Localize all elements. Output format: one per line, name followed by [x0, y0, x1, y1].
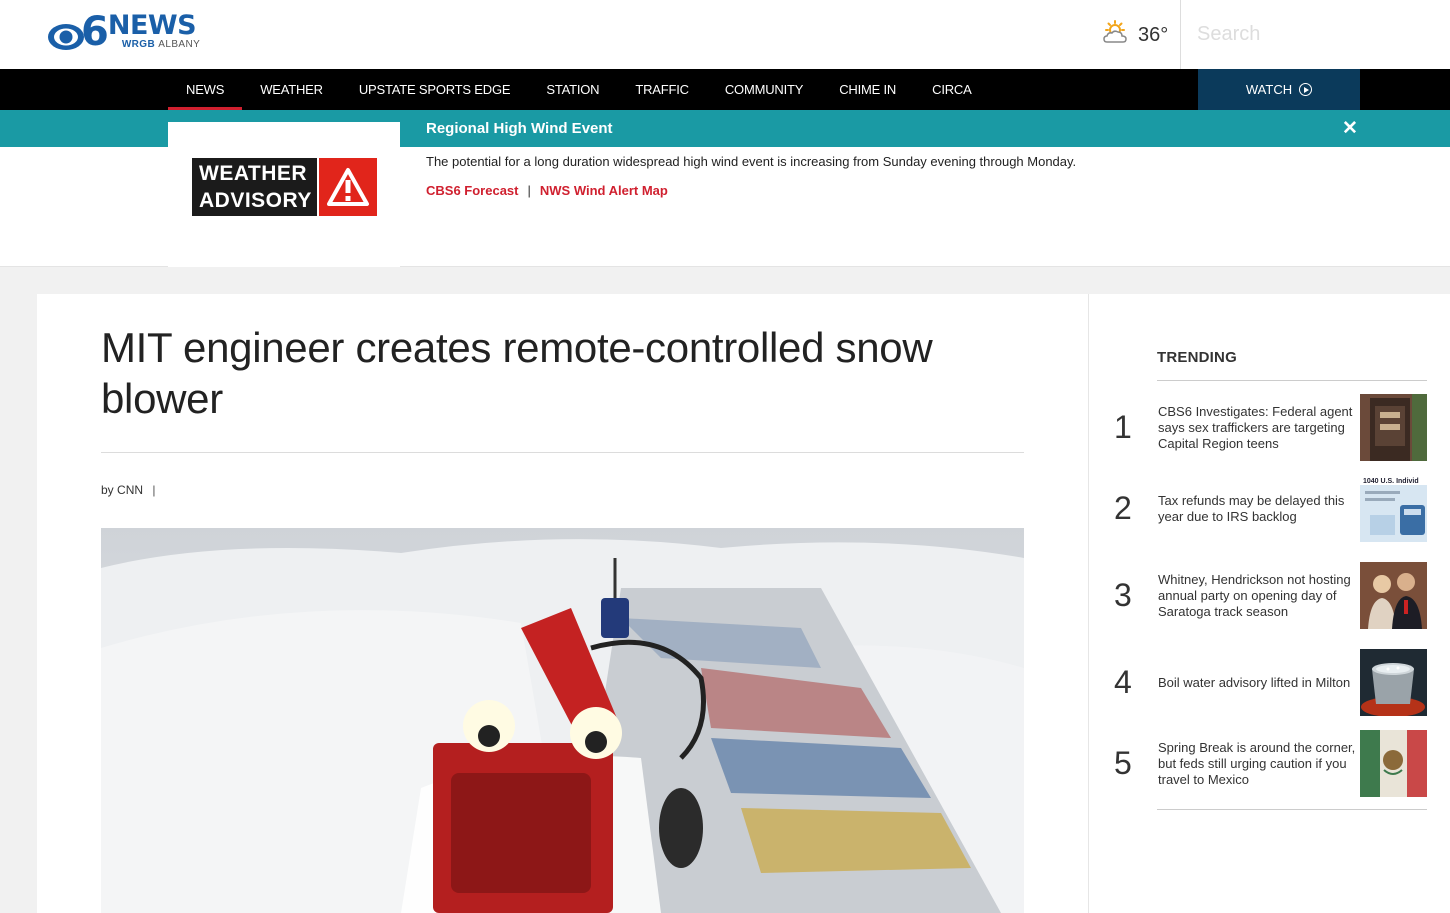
trending-rank: 2	[1114, 490, 1132, 526]
alert-links: CBS6 Forecast | NWS Wind Alert Map	[426, 183, 668, 198]
alert-message: The potential for a long duration widesp…	[426, 154, 1077, 169]
trending-item[interactable]: 3 Whitney, Hendrickson not hosting annua…	[1113, 562, 1427, 629]
search-box[interactable]	[1180, 0, 1450, 69]
headline-divider	[101, 452, 1024, 453]
trending-rank: 3	[1114, 577, 1132, 613]
nav-item-station[interactable]: STATION	[528, 69, 617, 110]
alert-title: Regional High Wind Event	[426, 120, 613, 137]
trending-thumbnail[interactable]: 1040 U.S. Individ	[1360, 475, 1427, 542]
nws-wind-alert-map-link[interactable]: NWS Wind Alert Map	[540, 183, 668, 198]
watch-label: WATCH	[1245, 82, 1293, 97]
nav-item-community[interactable]: COMMUNITY	[707, 69, 821, 110]
main-nav: NEWS WEATHER UPSTATE SPORTS EDGE STATION…	[0, 69, 1450, 110]
trending-bottom-divider	[1157, 809, 1427, 810]
advisory-badge-text: WEATHER ADVISORY	[192, 158, 317, 216]
trending-divider	[1157, 380, 1427, 381]
trending-heading: TRENDING	[1157, 349, 1237, 366]
trending-rank: 5	[1114, 745, 1132, 781]
nav-item-circa[interactable]: CIRCA	[914, 69, 989, 110]
site-header: 6 NEWS WRGB ALBANY 36°	[0, 0, 1450, 69]
article-headline: MIT engineer creates remote-controlled s…	[101, 324, 933, 422]
weather-widget[interactable]: 36°	[1102, 20, 1168, 51]
trending-rank: 4	[1114, 664, 1132, 700]
author-link[interactable]: CNN	[117, 483, 143, 497]
weather-advisory-badge: WEATHER ADVISORY	[192, 158, 377, 216]
svg-text:1040 U.S. Individ: 1040 U.S. Individ	[1363, 478, 1419, 485]
trending-thumbnail[interactable]	[1360, 562, 1427, 629]
column-divider	[1088, 294, 1089, 913]
trending-title: Spring Break is around the corner, but f…	[1158, 739, 1356, 787]
play-circle-icon	[1299, 83, 1313, 96]
watch-button[interactable]: WATCH	[1198, 69, 1360, 110]
trending-title: Tax refunds may be delayed this year due…	[1158, 492, 1345, 524]
site-logo[interactable]: 6 NEWS WRGB ALBANY	[47, 12, 200, 54]
nav-item-chime-in[interactable]: CHIME IN	[821, 69, 914, 110]
nav-item-traffic[interactable]: TRAFFIC	[617, 69, 706, 110]
close-icon[interactable]: ✕	[1342, 119, 1358, 138]
trending-item[interactable]: 5 Spring Break is around the corner, but…	[1113, 730, 1427, 797]
article-hero-image[interactable]	[101, 528, 1024, 913]
trending-thumbnail[interactable]	[1360, 649, 1427, 716]
trending-item[interactable]: 2 Tax refunds may be delayed this year d…	[1113, 475, 1427, 542]
trending-thumbnail[interactable]	[1360, 394, 1427, 461]
trending-item[interactable]: 1 CBS6 Investigates: Federal agent says …	[1113, 394, 1427, 461]
trending-title: Boil water advisory lifted in Milton	[1158, 674, 1351, 690]
cbs6-forecast-link[interactable]: CBS6 Forecast	[426, 183, 518, 198]
logo-subtitle: WRGB ALBANY	[121, 39, 201, 50]
trending-thumbnail[interactable]	[1360, 730, 1427, 797]
trending-title: Whitney, Hendrickson not hosting annual …	[1158, 571, 1351, 619]
temperature: 36°	[1138, 24, 1169, 46]
trending-rank: 1	[1114, 409, 1132, 445]
trending-title: CBS6 Investigates: Federal agent says se…	[1158, 403, 1353, 451]
warning-triangle-icon	[317, 158, 377, 216]
search-input[interactable]	[1181, 0, 1450, 69]
logo-text: NEWS	[107, 10, 197, 41]
nav-item-news[interactable]: NEWS	[168, 69, 243, 110]
trending-item[interactable]: 4 Boil water advisory lifted in Milton	[1113, 649, 1427, 716]
cbs-eye-icon	[47, 22, 85, 52]
nav-item-upstate-sports-edge[interactable]: UPSTATE SPORTS EDGE	[341, 69, 529, 110]
nav-item-weather[interactable]: WEATHER	[242, 69, 341, 110]
byline: by CNN |	[101, 483, 156, 497]
partly-cloudy-icon	[1102, 20, 1130, 51]
link-separator: |	[527, 183, 531, 198]
